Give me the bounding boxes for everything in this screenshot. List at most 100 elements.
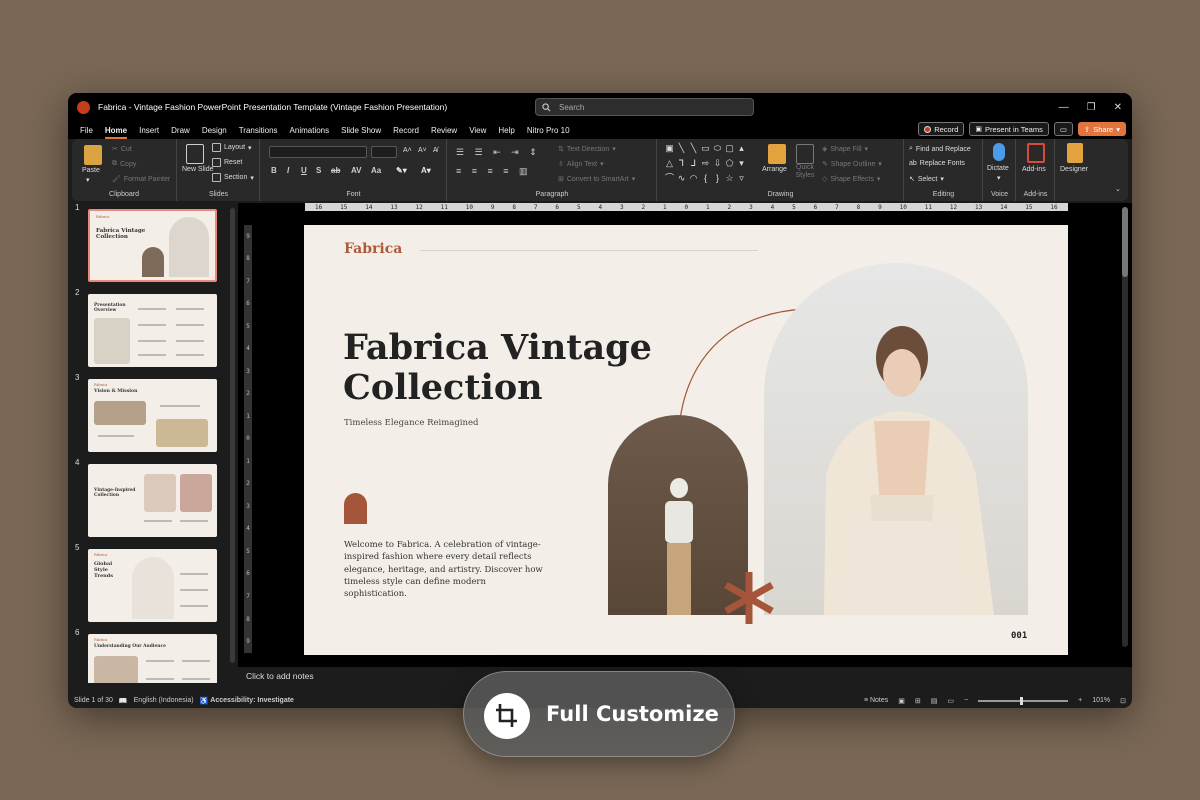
line-shape-icon[interactable]: ╲ (688, 143, 699, 155)
text-direction-button[interactable]: ⇅ Text Direction ▾ (558, 145, 616, 154)
tab-view[interactable]: View (469, 126, 486, 135)
comments-button[interactable]: ▭ (1053, 122, 1073, 136)
format-painter-button[interactable]: 🖌 Format Painter (112, 175, 170, 184)
curve-shape-icon[interactable]: ∿ (676, 173, 687, 185)
brace-shape-icon[interactable]: { (700, 173, 711, 185)
section-button[interactable]: Section ▾ (212, 173, 254, 182)
strikethrough-button[interactable]: ab (331, 166, 340, 175)
tab-animations[interactable]: Animations (290, 126, 330, 135)
arc-shape-icon[interactable]: ◠ (688, 173, 699, 185)
dictate-button[interactable]: Dictate (987, 165, 1009, 172)
font-color-icon[interactable]: A▾ (421, 166, 431, 175)
paste-button[interactable]: Paste (82, 167, 100, 174)
arrow-right-shape-icon[interactable]: ⇨ (700, 158, 711, 170)
triangle-shape-icon[interactable]: △ (664, 158, 675, 170)
select-button[interactable]: ↖ Select ▾ (909, 175, 944, 184)
chevron-down-icon[interactable]: ▾ (86, 176, 90, 184)
layout-button[interactable]: Layout ▾ (212, 143, 252, 152)
thumbnail-scrollbar[interactable] (230, 208, 235, 663)
tab-review[interactable]: Review (431, 126, 457, 135)
tab-slide-show[interactable]: Slide Show (341, 126, 381, 135)
minimize-icon[interactable]: — (1059, 102, 1069, 113)
line-shape-icon[interactable]: ╲ (676, 143, 687, 155)
language-indicator[interactable]: English (Indonesia) (134, 697, 194, 704)
new-slide-icon[interactable] (186, 144, 204, 164)
slide-canvas[interactable]: Fabrica Fabrica Vintage Collection Timel… (304, 225, 1068, 655)
reset-button[interactable]: Reset (212, 158, 242, 167)
align-text-button[interactable]: ⇳ Align Text ▾ (558, 160, 604, 169)
tab-transitions[interactable]: Transitions (239, 126, 278, 135)
normal-view-icon[interactable]: ▣ (898, 697, 905, 705)
tab-help[interactable]: Help (498, 126, 514, 135)
curve-shape-icon[interactable]: ⌒ (664, 173, 675, 185)
fit-to-window-icon[interactable]: ⊡ (1120, 697, 1126, 705)
convert-smartart-button[interactable]: ⊞ Convert to SmartArt ▾ (558, 175, 635, 184)
rounded-rect-shape-icon[interactable]: ▢ (724, 143, 735, 155)
designer-icon[interactable] (1067, 143, 1083, 163)
star-shape-icon[interactable]: ☆ (724, 173, 735, 185)
slide-thumbnail-1[interactable]: Fabrica Fabrica Vintage Collection (88, 209, 217, 282)
record-button[interactable]: Record (918, 122, 965, 136)
font-size-dropdown[interactable] (371, 146, 397, 158)
more-shapes-icon[interactable]: ▿ (736, 173, 747, 185)
font-name-dropdown[interactable] (269, 146, 367, 158)
tab-home[interactable]: Home (104, 126, 128, 139)
tab-design[interactable]: Design (202, 126, 227, 135)
list-buttons-icon[interactable]: ☰ ☰ ⇤ ⇥ ⇕ (456, 147, 541, 158)
slide-thumbnail-2[interactable]: Presentation Overview (88, 294, 217, 367)
shape-outline-button[interactable]: ✎ Shape Outline ▾ (822, 160, 882, 169)
paste-icon[interactable] (84, 145, 102, 165)
rectangle-shape-icon[interactable]: ▭ (700, 143, 711, 155)
find-replace-button[interactable]: ⌕ Find and Replace (909, 145, 971, 153)
quick-styles-button[interactable]: Quick Styles (792, 164, 818, 180)
scroll-up-icon[interactable]: ▴ (736, 143, 747, 155)
connector-shape-icon[interactable]: ⅂ (676, 158, 687, 170)
zoom-in-icon[interactable]: + (1078, 697, 1082, 704)
arrange-icon[interactable] (768, 144, 786, 164)
slide-sorter-icon[interactable]: ⊞ (915, 697, 921, 705)
alignment-buttons-icon[interactable]: ≡ ≡ ≡ ≡ ▥ (456, 166, 532, 177)
italic-button[interactable]: I (287, 166, 289, 175)
addins-button[interactable]: Add-ins (1022, 166, 1046, 173)
shape-fill-button[interactable]: ◈ Shape Fill ▾ (822, 145, 868, 154)
arrow-down-shape-icon[interactable]: ⇩ (712, 158, 723, 170)
connector-shape-icon[interactable]: ⅃ (688, 158, 699, 170)
bold-button[interactable]: B (271, 166, 277, 175)
spellcheck-icon[interactable]: 📖 (119, 697, 128, 705)
slide-thumbnail-4[interactable]: Vintage-Inspired Collection (88, 464, 217, 537)
shadow-button[interactable]: S (316, 166, 321, 175)
clear-formatting-icon[interactable]: A̸ (433, 147, 438, 154)
underline-button[interactable]: U (301, 166, 307, 175)
share-button[interactable]: ⇪ Share ▾ (1077, 122, 1126, 136)
present-in-teams-button[interactable]: ▣ Present in Teams (969, 122, 1049, 136)
restore-icon[interactable]: ❐ (1087, 102, 1096, 113)
flowchart-shape-icon[interactable]: ⬠ (724, 158, 735, 170)
addins-icon[interactable] (1027, 143, 1045, 163)
slide-thumbnail-5[interactable]: Fabrica Global Style Trends (88, 549, 217, 622)
textbox-shape-icon[interactable]: ▣ (664, 143, 675, 155)
editor-scroll-thumb[interactable] (1122, 207, 1128, 277)
arrange-button[interactable]: Arrange (762, 166, 787, 173)
zoom-level[interactable]: 101% (1092, 697, 1110, 704)
tab-insert[interactable]: Insert (139, 126, 159, 135)
reading-view-icon[interactable]: ▤ (931, 697, 938, 705)
tab-nitro[interactable]: Nitro Pro 10 (527, 126, 570, 135)
highlight-icon[interactable]: ✎▾ (396, 166, 407, 175)
designer-button[interactable]: Designer (1060, 166, 1088, 173)
quick-styles-icon[interactable] (796, 144, 814, 164)
tab-record[interactable]: Record (393, 126, 419, 135)
character-spacing-button[interactable]: AV (351, 166, 362, 175)
copy-button[interactable]: ⧉ Copy (112, 160, 136, 168)
replace-fonts-button[interactable]: ab Replace Fonts (909, 160, 965, 167)
tab-file[interactable]: File (80, 126, 93, 135)
accessibility-status[interactable]: Accessibility: Investigate (210, 697, 294, 704)
slide-thumbnail-3[interactable]: Fabrica Vision & Mission (88, 379, 217, 452)
close-icon[interactable]: ✕ (1114, 102, 1122, 113)
cut-button[interactable]: ✂ Cut (112, 145, 132, 154)
zoom-out-icon[interactable]: − (964, 697, 968, 704)
slideshow-icon[interactable]: ▭ (947, 697, 954, 705)
zoom-slider[interactable] (978, 696, 1069, 705)
chevron-down-icon[interactable]: ▾ (997, 174, 1001, 182)
new-slide-button[interactable]: New Slide (182, 166, 214, 173)
oval-shape-icon[interactable]: ⬭ (712, 143, 723, 155)
